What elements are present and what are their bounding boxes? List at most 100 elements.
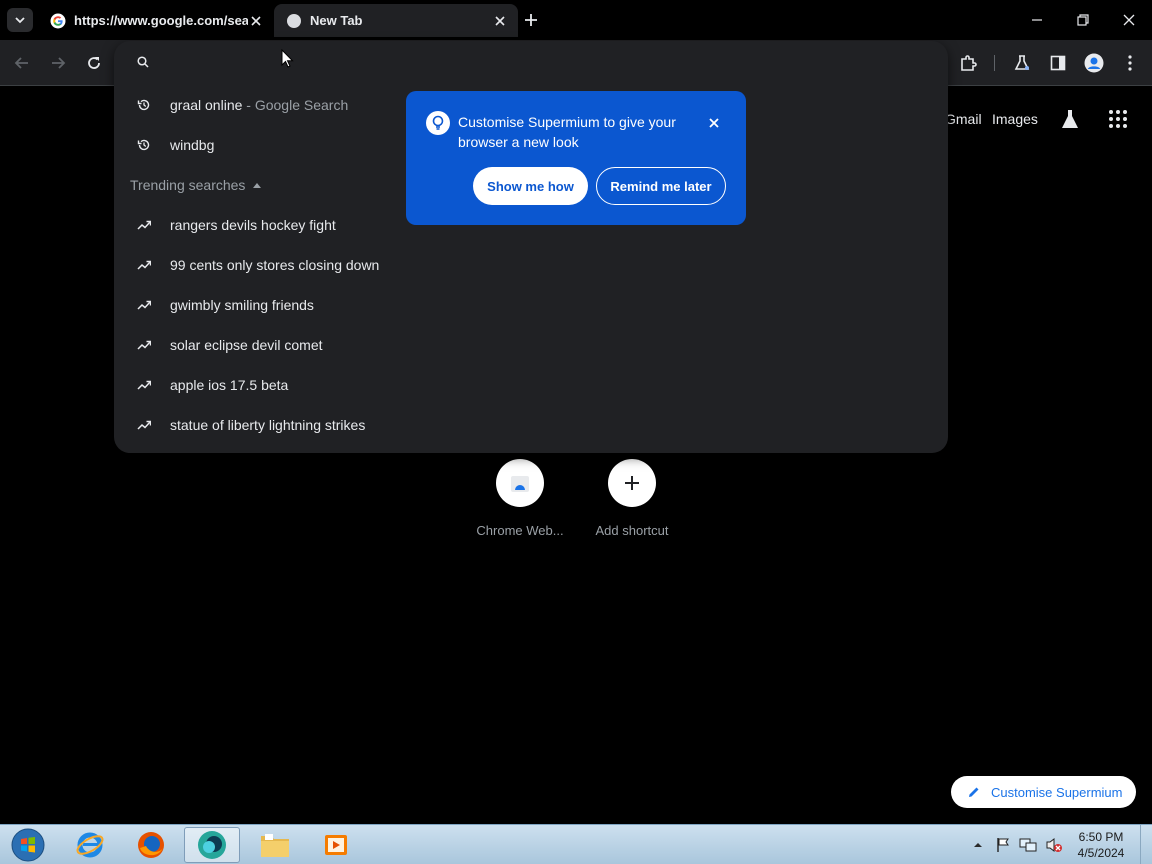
search-icon — [137, 56, 149, 68]
taskbar-media-player[interactable] — [308, 827, 364, 863]
action-center-flag-icon[interactable] — [995, 837, 1011, 853]
trending-icon — [136, 257, 152, 273]
taskbar-file-explorer[interactable] — [247, 827, 303, 863]
start-button[interactable] — [0, 827, 56, 863]
shortcut-tile — [496, 459, 544, 507]
tab-new-tab[interactable]: New Tab — [274, 4, 518, 37]
show-me-how-button[interactable]: Show me how — [473, 167, 588, 205]
trending-icon — [136, 217, 152, 233]
omnibox-input-row[interactable] — [114, 41, 948, 83]
reload-button[interactable] — [82, 51, 106, 75]
firefox-icon — [138, 832, 164, 858]
customise-promo-bubble: Customise Supermium to give your browser… — [406, 91, 746, 225]
suggestion-text: solar eclipse devil comet — [170, 337, 323, 353]
pencil-icon — [969, 787, 979, 797]
labs-link[interactable] — [1059, 108, 1081, 130]
tab-title: https://www.google.com/search — [74, 13, 248, 28]
close-icon — [709, 118, 719, 128]
suggestion-text: gwimbly smiling friends — [170, 297, 314, 313]
shortcut-label: Add shortcut — [595, 523, 669, 538]
apps-button[interactable] — [1107, 108, 1129, 130]
trending-icon — [136, 337, 152, 353]
suggestion-trending[interactable]: gwimbly smiling friends — [114, 285, 948, 325]
suggestion-text: windbg — [170, 137, 215, 153]
side-panel-icon — [1050, 55, 1066, 71]
close-icon[interactable] — [248, 13, 264, 29]
restore-icon — [1077, 14, 1089, 26]
arrow-left-icon — [14, 57, 28, 69]
add-shortcut-button[interactable]: Add shortcut — [577, 459, 687, 538]
suggestion-text: apple ios 17.5 beta — [170, 377, 289, 393]
lightbulb-icon — [426, 111, 450, 135]
suggestion-suffix: - Google Search — [242, 97, 349, 113]
gmail-link[interactable]: Gmail — [945, 111, 982, 127]
taskbar-firefox[interactable] — [123, 827, 179, 863]
tray-expand-icon[interactable] — [973, 840, 983, 850]
profile-button[interactable] — [1082, 51, 1106, 75]
new-tab-button[interactable] — [519, 8, 543, 32]
close-icon[interactable] — [492, 13, 508, 29]
network-icon[interactable] — [1019, 837, 1037, 853]
show-desktop-button[interactable] — [1140, 825, 1152, 864]
mouse-cursor-icon — [281, 49, 294, 68]
reload-icon — [88, 57, 100, 69]
suggestion-query: graal online — [170, 97, 243, 113]
bubble-close-button[interactable] — [704, 113, 724, 133]
minimize-icon — [1032, 19, 1042, 21]
toolbar-divider — [994, 55, 995, 71]
suggestion-text: statue of liberty lightning strikes — [170, 417, 366, 433]
trending-header-label: Trending searches — [130, 177, 246, 193]
remind-me-later-button[interactable]: Remind me later — [596, 167, 726, 205]
menu-button[interactable] — [1118, 51, 1142, 75]
extensions-button[interactable] — [956, 51, 980, 75]
forward-button[interactable] — [46, 51, 70, 75]
shortcut-chrome-web-store[interactable]: Chrome Web... — [465, 459, 575, 538]
customise-supermium-button[interactable]: Customise Supermium — [951, 776, 1136, 808]
shortcut-label: Chrome Web... — [476, 523, 564, 538]
back-button[interactable] — [10, 51, 34, 75]
side-panel-button[interactable] — [1046, 51, 1070, 75]
system-clock[interactable]: 6:50 PM 4/5/2024 — [1070, 829, 1132, 861]
labs-button[interactable] — [1010, 51, 1034, 75]
plus-icon — [625, 476, 639, 490]
taskbar-internet-explorer[interactable] — [62, 827, 118, 863]
tab-title: New Tab — [310, 13, 363, 28]
images-link[interactable]: Images — [992, 111, 1038, 127]
web-store-icon — [511, 476, 529, 492]
chevron-down-icon — [15, 17, 25, 24]
history-icon — [136, 97, 152, 113]
restore-button[interactable] — [1060, 0, 1106, 40]
clock-time: 6:50 PM — [1078, 830, 1124, 844]
trending-icon — [136, 377, 152, 393]
tab-google-search[interactable]: https://www.google.com/search — [38, 4, 274, 37]
globe-icon — [287, 13, 301, 28]
system-tray — [970, 825, 1063, 864]
flask-icon — [1062, 110, 1078, 128]
suggestion-text: 99 cents only stores closing down — [170, 257, 380, 273]
history-icon — [136, 137, 152, 153]
bubble-message: Customise Supermium to give your browser… — [458, 114, 676, 150]
suggestion-trending[interactable]: apple ios 17.5 beta — [114, 365, 948, 405]
close-window-button[interactable] — [1106, 0, 1152, 40]
apps-grid-icon — [1109, 110, 1127, 128]
supermium-icon — [198, 831, 226, 859]
minimize-button[interactable] — [1014, 0, 1060, 40]
windows-taskbar: 6:50 PM 4/5/2024 — [0, 824, 1152, 864]
taskbar-supermium[interactable] — [184, 827, 240, 863]
close-icon — [1123, 14, 1135, 26]
caret-up-icon — [253, 182, 262, 188]
suggestion-trending[interactable]: statue of liberty lightning strikes — [114, 405, 948, 445]
kebab-menu-icon — [1128, 55, 1132, 71]
puzzle-icon — [961, 55, 977, 71]
arrow-right-icon — [52, 57, 66, 69]
omnibox-input[interactable] — [166, 49, 926, 75]
volume-muted-icon[interactable] — [1045, 837, 1063, 853]
media-player-icon — [325, 835, 347, 855]
tab-strip: https://www.google.com/search New Tab — [0, 0, 1152, 41]
tab-search-button[interactable] — [7, 8, 33, 32]
trending-searches-header[interactable]: Trending searches — [130, 177, 262, 193]
trending-icon — [136, 417, 152, 433]
suggestion-trending[interactable]: solar eclipse devil comet — [114, 325, 948, 365]
suggestion-trending[interactable]: 99 cents only stores closing down — [114, 245, 948, 285]
shortcut-tile — [608, 459, 656, 507]
